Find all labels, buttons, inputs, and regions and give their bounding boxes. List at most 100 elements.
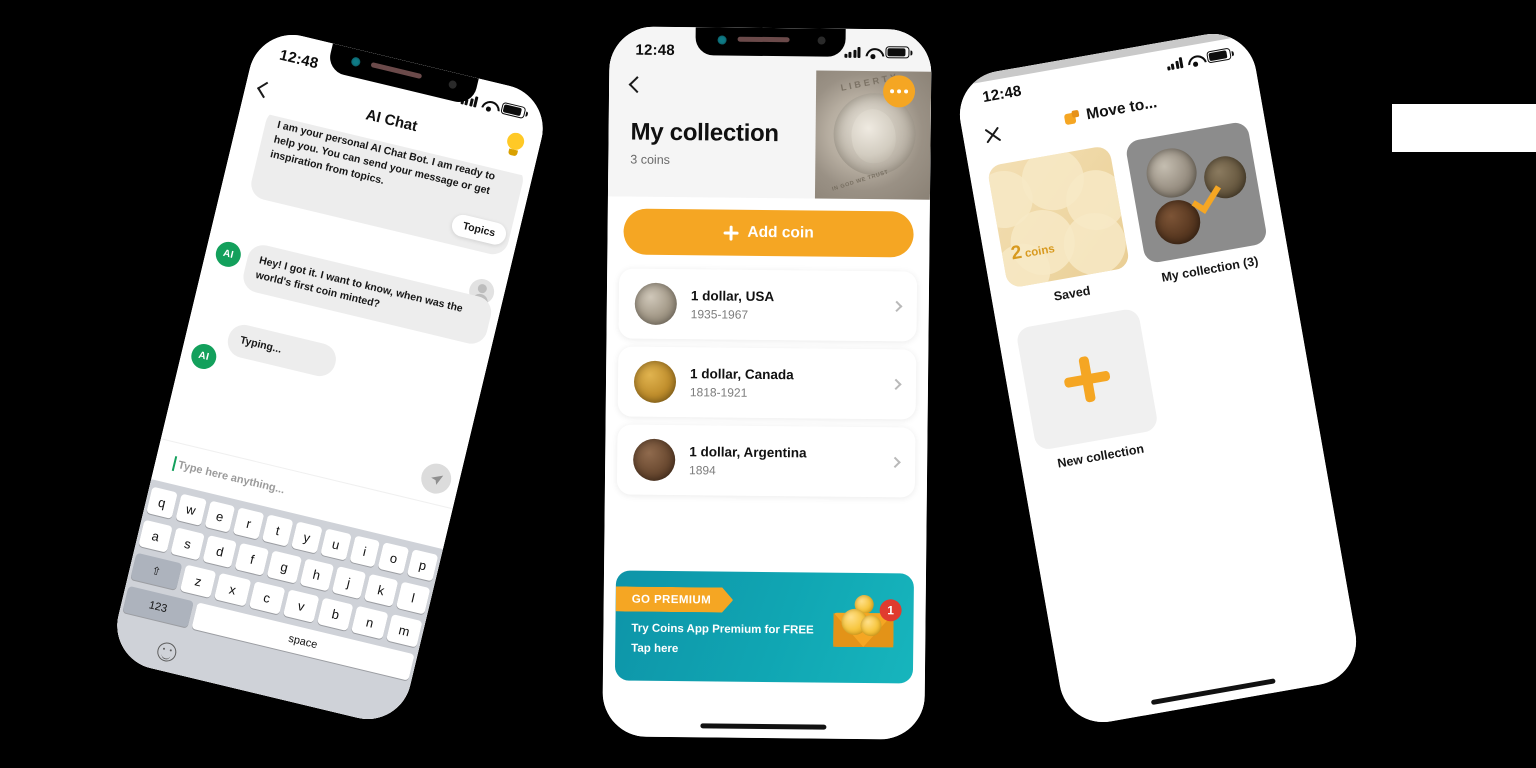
key-b[interactable]: b [317,597,354,632]
earpiece-speaker [370,62,423,80]
table-row[interactable]: 1 dollar, Argentina 1894 [616,424,916,498]
send-paper-plane-icon[interactable] [418,460,455,497]
cellular-signal-icon [843,46,861,58]
battery-icon [885,46,910,59]
emoji-smiley-icon[interactable] [155,640,179,664]
composition-stage: 12:48 AI Chat I am your personal AI Chat… [0,0,1536,768]
key-h[interactable]: h [299,558,334,592]
collection-tile-new[interactable]: New collection [1015,307,1163,473]
phone-notch [695,26,846,57]
key-s[interactable]: s [170,527,206,561]
key-w[interactable]: w [175,493,207,526]
ai-avatar: AI [188,341,219,372]
notification-badge: 1 [879,599,902,622]
coin-years: 1894 [689,462,716,477]
key-f[interactable]: f [234,542,270,576]
key-k[interactable]: k [363,573,399,607]
hero-coin-legend-bottom: IN GOD WE TRUST [831,169,890,193]
status-time: 12:48 [635,41,675,59]
wifi-icon [1186,53,1203,66]
battery-icon [500,101,527,120]
page-title: AI Chat [364,105,420,135]
plus-icon [723,225,738,240]
white-rectangle-artifact [1392,104,1536,152]
chat-bubble-typing: Typing... [224,321,340,380]
chevron-right-icon [891,300,903,313]
collection-tile-saved[interactable]: 2 coins Saved [986,145,1135,311]
home-indicator [700,723,827,730]
table-row[interactable]: 1 dollar, USA 1935-1967 [618,268,918,342]
key-z[interactable]: z [179,564,217,599]
coin-count-label: 3 coins [630,152,671,167]
key-g[interactable]: g [267,550,302,584]
phone-move-to: 12:48 Move to... 2 coins Saved My collec… [952,26,1364,730]
collection-grid: 2 coins Saved My collection (3) New coll… [986,120,1301,474]
chevron-left-icon[interactable] [256,81,274,99]
front-sensor-icon [717,35,727,45]
status-time: 12:48 [277,46,321,72]
add-coin-label: Add coin [747,223,814,242]
coin-years: 1935-1967 [690,306,749,322]
collection-tile-my-collection[interactable]: My collection (3) [1124,120,1273,287]
key-a[interactable]: a [138,519,173,553]
coin-thumbnail-icon [633,360,677,404]
coin-list: 1 dollar, USA 1935-1967 1 dollar, Canada… [616,268,918,505]
new-collection-thumbnail [1015,307,1159,452]
table-row[interactable]: 1 dollar, Canada 1818-1921 [617,346,917,420]
key-e[interactable]: e [204,500,236,533]
coin-thumbnail-icon [634,282,678,326]
key-u[interactable]: u [320,528,352,561]
key-p[interactable]: p [406,549,439,582]
key-m[interactable]: m [385,614,423,648]
phone-ai-chat: 12:48 AI Chat I am your personal AI Chat… [108,25,552,729]
page-title: My collection [630,118,779,148]
coin-name: 1 dollar, Canada [690,365,794,382]
wifi-icon [481,98,498,112]
move-folder-icon [1064,109,1081,126]
coin-thumbnail-icon [632,438,676,482]
numbers-key[interactable]: 123 [122,585,194,628]
front-camera-icon [447,79,458,90]
collection-tile-thumbnail [1124,120,1269,265]
key-d[interactable]: d [202,535,238,569]
status-time: 12:48 [981,81,1023,106]
chevron-right-icon [889,456,901,469]
key-n[interactable]: n [351,605,389,640]
ai-avatar: AI [213,239,244,270]
key-j[interactable]: j [331,566,367,600]
key-y[interactable]: y [291,521,323,554]
coin-name: 1 dollar, Argentina [689,443,807,460]
key-v[interactable]: v [282,589,320,623]
home-indicator [1150,678,1276,706]
plus-icon [1061,353,1114,406]
wifi-icon [865,47,880,58]
more-horizontal-icon[interactable] [882,75,916,108]
chat-bubble-user: Hey! I got it. I want to know, when was … [240,241,495,347]
front-camera-icon [817,36,826,45]
key-o[interactable]: o [378,542,410,575]
coin-years: 1818-1921 [689,384,748,400]
page-title: Move to... [1085,94,1159,124]
key-r[interactable]: r [233,507,265,540]
chat-message-area: I am your personal AI Chat Bot. I am rea… [108,106,533,729]
promo-line-1: Try Coins App Premium for FREE [631,622,814,637]
key-l[interactable]: l [395,581,431,615]
envelope-with-coins-icon: 1 [833,594,902,648]
battery-icon [1206,47,1232,64]
chevron-right-icon [890,378,902,391]
saved-tile-thumbnail: 2 coins [986,145,1131,289]
key-c[interactable]: c [248,581,286,615]
status-badge: GO PREMIUM [616,586,734,612]
key-x[interactable]: x [214,572,251,607]
key-q[interactable]: q [146,486,178,519]
phone-my-collection: LIBERTY IN GOD WE TRUST 12:48 My collect… [602,26,932,740]
go-premium-banner[interactable]: GO PREMIUM Try Coins App Premium for FRE… [614,570,915,684]
coin-name: 1 dollar, USA [690,287,775,304]
front-sensor-icon [350,56,362,68]
promo-line-2: Tap here [631,642,679,656]
add-coin-button[interactable]: Add coin [623,208,914,258]
key-i[interactable]: i [349,535,381,568]
earpiece-speaker [737,36,790,43]
shift-key[interactable]: ⇧ [130,552,183,590]
key-t[interactable]: t [262,514,294,547]
